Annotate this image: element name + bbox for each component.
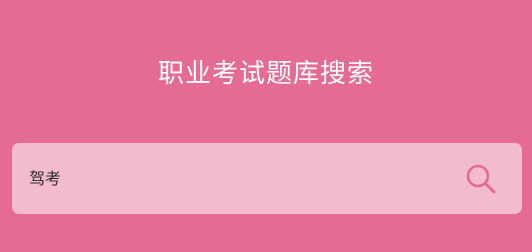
page-title: 职业考试题库搜索 xyxy=(157,59,374,89)
search-icon xyxy=(466,164,496,194)
search-button[interactable] xyxy=(462,160,500,198)
search-input[interactable] xyxy=(29,143,449,214)
search-bar xyxy=(12,143,522,214)
